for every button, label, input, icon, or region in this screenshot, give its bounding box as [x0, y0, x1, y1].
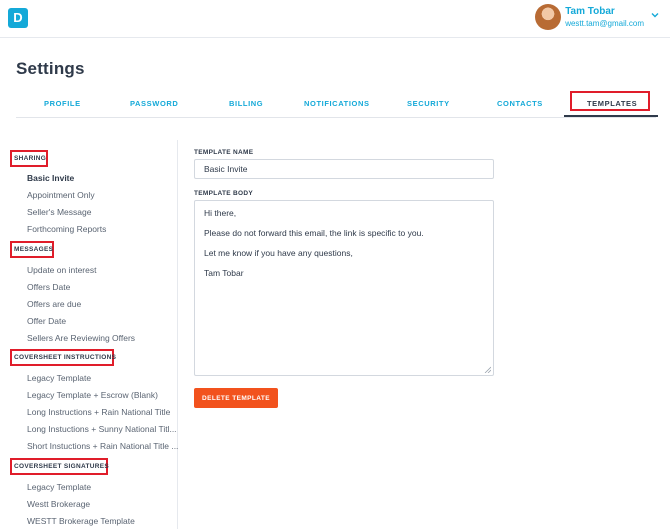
- sidebar-item-appointment-only[interactable]: Appointment Only: [27, 190, 95, 200]
- page-title: Settings: [16, 59, 85, 78]
- template-body-textarea[interactable]: Hi there, Please do not forward this ema…: [194, 200, 494, 376]
- resize-handle-icon[interactable]: [484, 366, 491, 373]
- tab-profile[interactable]: PROFILE: [44, 99, 81, 108]
- tab-billing[interactable]: BILLING: [229, 99, 263, 108]
- body-line-notice: Please do not forward this email, the li…: [204, 228, 424, 238]
- sidebar-item-offers-date[interactable]: Offers Date: [27, 282, 70, 292]
- sidebar-item-westt-brokerage[interactable]: Westt Brokerage: [27, 499, 90, 509]
- app-logo[interactable]: D: [8, 8, 28, 28]
- sidebar-item-offer-date[interactable]: Offer Date: [27, 316, 66, 326]
- tab-contacts[interactable]: CONTACTS: [497, 99, 543, 108]
- template-body-label: TEMPLATE BODY: [194, 190, 254, 197]
- template-sidebar: SHARING Basic Invite Appointment Only Se…: [0, 140, 178, 529]
- chevron-down-icon[interactable]: [650, 10, 660, 20]
- sidebar-item-long-instuctions-sunny[interactable]: Long Instuctions + Sunny National Titl..…: [27, 424, 177, 434]
- delete-template-button[interactable]: DELETE TEMPLATE: [194, 388, 278, 408]
- user-email: westt.tam@gmail.com: [565, 19, 644, 28]
- user-info[interactable]: Tam Tobar westt.tam@gmail.com: [565, 5, 644, 29]
- group-sharing: SHARING: [14, 155, 47, 162]
- tab-password[interactable]: PASSWORD: [130, 99, 178, 108]
- sidebar-item-legacy-template[interactable]: Legacy Template: [27, 373, 91, 383]
- sidebar-item-forthcoming-reports[interactable]: Forthcoming Reports: [27, 224, 106, 234]
- sidebar-item-sellers-reviewing-offers[interactable]: Sellers Are Reviewing Offers: [27, 333, 135, 343]
- user-name: Tam Tobar: [565, 6, 615, 17]
- top-bar: D Tam Tobar westt.tam@gmail.com: [0, 0, 670, 38]
- group-coversheet-signatures: COVERSHEET SIGNATURES: [14, 463, 110, 470]
- sidebar-item-short-instuctions-rain[interactable]: Short Instuctions + Rain National Title …: [27, 441, 178, 451]
- tab-security[interactable]: SECURITY: [407, 99, 450, 108]
- sidebar-item-westt-brokerage-template[interactable]: WESTT Brokerage Template: [27, 516, 135, 526]
- template-name-label: TEMPLATE NAME: [194, 149, 254, 156]
- templates-tab-highlight: [570, 91, 650, 111]
- group-coversheet-instructions: COVERSHEET INSTRUCTIONS: [14, 354, 117, 361]
- group-messages: MESSAGES: [14, 246, 54, 253]
- avatar[interactable]: [535, 4, 562, 30]
- body-line-questions: Let me know if you have any questions,: [204, 248, 353, 258]
- sidebar-item-long-instructions-rain[interactable]: Long Instructions + Rain National Title: [27, 407, 170, 417]
- sidebar-item-update-on-interest[interactable]: Update on interest: [27, 265, 96, 275]
- sidebar-item-legacy-template-signatures[interactable]: Legacy Template: [27, 482, 91, 492]
- body-line-signature: Tam Tobar: [204, 268, 244, 278]
- active-tab-indicator: [564, 115, 658, 117]
- sidebar-item-legacy-template-escrow[interactable]: Legacy Template + Escrow (Blank): [27, 390, 158, 400]
- template-name-input[interactable]: [194, 159, 494, 179]
- sidebar-item-offers-are-due[interactable]: Offers are due: [27, 299, 81, 309]
- sidebar-item-sellers-message[interactable]: Seller's Message: [27, 207, 91, 217]
- sidebar-item-basic-invite[interactable]: Basic Invite: [27, 173, 74, 183]
- tab-notifications[interactable]: NOTIFICATIONS: [304, 99, 370, 108]
- settings-tabs: PROFILE PASSWORD BILLING NOTIFICATIONS S…: [16, 91, 658, 118]
- body-line-greeting: Hi there,: [204, 208, 237, 218]
- user-menu[interactable]: Tam Tobar westt.tam@gmail.com: [535, 4, 660, 30]
